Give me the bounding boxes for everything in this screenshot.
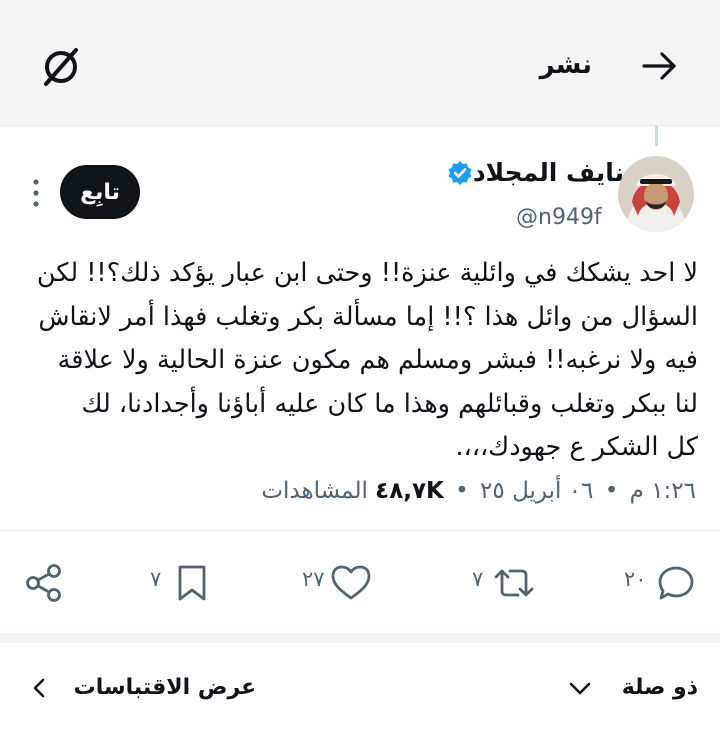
like-button[interactable]: ٢٧ (300, 563, 380, 603)
avatar-image (618, 156, 694, 232)
reply-icon (658, 566, 694, 600)
related-toggle[interactable]: ذو صلة (568, 675, 698, 700)
section-divider (0, 633, 720, 643)
tweet-date[interactable]: ٠٦ أبريل ٢٥ (480, 478, 593, 504)
page-title: نشر (539, 50, 592, 80)
author-handle[interactable]: @n949f (516, 205, 602, 230)
like-count: ٢٧ (302, 567, 325, 591)
tweet-text: لا احد يشكك في وائلية عنزة!! وحتى ابن عب… (22, 252, 698, 470)
views-count[interactable]: ٤٨,٧K (375, 478, 444, 504)
author-display-name[interactable]: نايف المجلاد (473, 158, 624, 187)
bookmark-count: ٧ (150, 567, 162, 591)
view-quotes-label: عرض الاقتباسات (73, 675, 257, 700)
top-bar: نشر (0, 0, 720, 126)
related-label: ذو صلة (621, 675, 698, 700)
views-label: المشاهدات (261, 478, 368, 504)
tweet-line: فيه ولا نرغبه!! فبشر ومسلم هم مكون عنزة … (57, 345, 698, 375)
meta-separator: • (604, 478, 619, 504)
thread-connector (655, 126, 658, 146)
more-options-icon[interactable] (28, 176, 44, 210)
bookmark-icon (178, 565, 206, 601)
tweet-line: السؤال من وائل هذا ؟!! إما مسألة بكر وتغ… (38, 301, 698, 332)
tweet-time[interactable]: ١:٢٦ م (630, 478, 696, 504)
share-button[interactable] (24, 563, 68, 603)
tweet-line: لنا ببكر وتغلب وقبائلهم وهذا ما كان عليه… (81, 388, 698, 419)
share-icon (26, 564, 61, 602)
divider (0, 530, 720, 531)
repost-count: ٧ (472, 567, 484, 591)
bookmark-button[interactable]: ٧ (150, 563, 220, 603)
follow-button[interactable]: تابِع (60, 165, 140, 219)
verified-badge-icon (448, 161, 472, 185)
chevron-down-icon (569, 682, 591, 695)
tweet-line: كل الشكر ع جهودك،،،. (455, 432, 698, 462)
heart-icon (331, 565, 371, 600)
action-bar: ٢٠ ٧ ٢٧ ٧ (0, 545, 720, 625)
grok-icon[interactable] (38, 44, 84, 90)
tweet-line: لا احد يشكك في وائلية عنزة!! وحتى ابن عب… (36, 258, 698, 288)
meta-separator: • (455, 478, 469, 504)
arrow-right-icon[interactable] (640, 48, 680, 84)
view-quotes-link[interactable]: عرض الاقتباسات (30, 675, 256, 700)
chevron-left-icon (33, 678, 45, 698)
repost-button[interactable]: ٧ (470, 563, 550, 603)
reply-button[interactable]: ٢٠ (620, 563, 700, 603)
reply-count: ٢٠ (624, 567, 647, 591)
repost-icon (494, 569, 534, 597)
avatar[interactable] (618, 156, 694, 232)
tweet-meta: ١:٢٦ م • ٠٦ أبريل ٢٥ • ٤٨,٧K المشاهدات (261, 478, 696, 504)
